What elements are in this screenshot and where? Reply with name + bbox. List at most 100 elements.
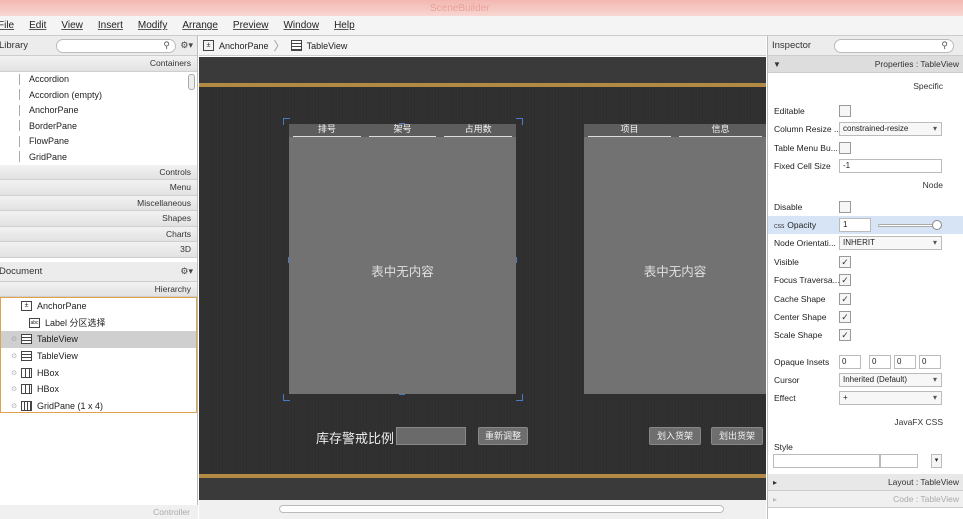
breadcrumb: ± AnchorPane 〉 TableView bbox=[199, 36, 766, 56]
opacity-slider[interactable] bbox=[878, 223, 940, 227]
library-item[interactable]: Accordion bbox=[8, 72, 197, 88]
column-resize-select[interactable]: constrained-resize bbox=[839, 122, 942, 137]
library-search-input[interactable]: ⚲ bbox=[56, 39, 176, 53]
opacity-slider-thumb[interactable] bbox=[932, 219, 942, 230]
tree-item-label[interactable]: abc Label 分区选择 bbox=[1, 315, 196, 332]
visible-checkbox[interactable]: ✓ bbox=[839, 255, 851, 268]
selection-handle[interactable] bbox=[516, 257, 520, 263]
section-miscellaneous[interactable]: Miscellaneous bbox=[0, 195, 197, 211]
column-header[interactable]: 占用数 bbox=[444, 124, 513, 137]
section-charts[interactable]: Charts bbox=[0, 226, 197, 242]
library-item[interactable]: AnchorPane bbox=[8, 103, 197, 119]
fixed-cell-size-input[interactable]: -1 bbox=[839, 159, 942, 174]
style-add-button[interactable]: ▾ bbox=[931, 454, 942, 469]
code-title: Code : TableView bbox=[893, 494, 959, 505]
editable-checkbox[interactable] bbox=[839, 105, 851, 117]
section-3d[interactable]: 3D bbox=[0, 242, 197, 258]
library-title: Library bbox=[0, 40, 29, 51]
selection-handle[interactable] bbox=[283, 118, 290, 125]
node-orientation-select[interactable]: INHERIT bbox=[839, 236, 942, 251]
cache-shape-checkbox[interactable]: ✓ bbox=[839, 292, 851, 305]
opacity-input[interactable]: 1 bbox=[839, 217, 871, 232]
menu-window[interactable]: Window bbox=[283, 20, 319, 31]
document-header: Document ⚙▾ bbox=[0, 261, 197, 282]
inset-right-input[interactable]: 0 bbox=[869, 354, 891, 369]
section-shapes[interactable]: Shapes bbox=[0, 211, 197, 227]
section-hierarchy[interactable]: Hierarchy bbox=[0, 281, 197, 297]
menu-help[interactable]: Help bbox=[334, 20, 355, 31]
library-item[interactable]: GridPane bbox=[8, 149, 197, 165]
inspector-search-input[interactable]: ⚲ bbox=[834, 39, 954, 53]
window-title: SceneBuilder bbox=[430, 3, 490, 14]
inset-left-input[interactable]: 0 bbox=[919, 354, 941, 369]
section-menu[interactable]: Menu bbox=[0, 180, 197, 196]
library-scrollbar[interactable] bbox=[188, 74, 195, 90]
column-header[interactable]: 信息 bbox=[679, 124, 762, 137]
gear-icon[interactable]: ⚙▾ bbox=[180, 40, 193, 51]
selection-handle[interactable] bbox=[516, 394, 523, 401]
column-header[interactable]: 项目 bbox=[588, 124, 671, 137]
tree-item-gridpane[interactable]: ⊙ GridPane (1 x 4) bbox=[1, 398, 196, 415]
focus-traversable-checkbox[interactable]: ✓ bbox=[839, 274, 851, 287]
effect-select[interactable]: + bbox=[839, 391, 942, 406]
gear-icon[interactable]: ⚙▾ bbox=[180, 266, 193, 277]
scrollbar-thumb[interactable] bbox=[279, 505, 724, 513]
table-menu-button-checkbox[interactable] bbox=[839, 141, 851, 154]
menu-modify[interactable]: Modify bbox=[138, 20, 167, 31]
anchor-pane-stage[interactable]: 排号 架号 占用数 表中无内容 项目 信息 表中无内容 库存警戒比例 重新调整 … bbox=[199, 83, 766, 478]
inset-top-input[interactable]: 0 bbox=[839, 354, 861, 369]
library-item[interactable]: Accordion (empty) bbox=[8, 87, 197, 103]
breadcrumb-tableview[interactable]: TableView bbox=[307, 41, 348, 51]
expand-icon[interactable]: ⊙ bbox=[9, 369, 19, 377]
disable-checkbox[interactable] bbox=[839, 200, 851, 213]
stock-warning-ratio-input[interactable] bbox=[396, 427, 466, 445]
inset-bottom-input[interactable]: 0 bbox=[894, 354, 916, 369]
column-header[interactable]: 架号 bbox=[368, 124, 437, 137]
move-in-shelf-button[interactable]: 划入货架 bbox=[649, 427, 701, 445]
selection-handle[interactable] bbox=[516, 118, 523, 125]
style-input[interactable] bbox=[773, 454, 880, 469]
expand-icon[interactable]: ⊙ bbox=[9, 402, 19, 410]
breadcrumb-anchorpane[interactable]: AnchorPane bbox=[219, 41, 269, 51]
tree-item-tableview[interactable]: ⊙ TableView bbox=[1, 348, 196, 365]
menu-preview[interactable]: Preview bbox=[233, 20, 269, 31]
layout-section-header[interactable]: ▸ Layout : TableView bbox=[768, 474, 963, 492]
menu-view[interactable]: View bbox=[61, 20, 83, 31]
tree-item-hbox[interactable]: ⊙ HBox bbox=[1, 364, 196, 381]
library-item[interactable]: FlowPane bbox=[8, 134, 197, 150]
tree-item-anchorpane[interactable]: ± AnchorPane bbox=[1, 298, 196, 315]
scale-shape-checkbox[interactable]: ✓ bbox=[839, 329, 851, 342]
center-shape-checkbox[interactable]: ✓ bbox=[839, 310, 851, 323]
menu-insert[interactable]: Insert bbox=[98, 20, 123, 31]
table-view-1[interactable]: 排号 架号 占用数 表中无内容 bbox=[289, 124, 516, 394]
group-node: Node bbox=[922, 179, 943, 190]
section-containers[interactable]: Containers bbox=[0, 56, 197, 72]
selection-handle[interactable] bbox=[283, 394, 290, 401]
cursor-select[interactable]: Inherited (Default) bbox=[839, 372, 942, 387]
section-controls[interactable]: Controls bbox=[0, 164, 197, 180]
expand-icon[interactable]: ⊙ bbox=[9, 385, 19, 393]
menu-edit[interactable]: Edit bbox=[29, 20, 46, 31]
style-value-input[interactable] bbox=[880, 454, 918, 469]
code-section-header[interactable]: ▸ Code : TableView bbox=[768, 491, 963, 509]
expand-icon[interactable]: ⊙ bbox=[9, 335, 19, 343]
selection-handle[interactable] bbox=[285, 257, 289, 263]
library-item[interactable]: BorderPane bbox=[8, 118, 197, 134]
tree-item-hbox[interactable]: ⊙ HBox bbox=[1, 381, 196, 398]
expand-icon[interactable]: ⊙ bbox=[9, 352, 19, 360]
canvas-horizontal-scrollbar[interactable] bbox=[199, 500, 766, 519]
readjust-button[interactable]: 重新调整 bbox=[478, 427, 528, 445]
tree-item-tableview[interactable]: ⊙ TableView bbox=[1, 331, 196, 348]
tree-item-label: HBox bbox=[37, 384, 60, 395]
properties-section-header[interactable]: ▼ Properties : TableView bbox=[768, 56, 963, 73]
controller-tab[interactable]: Controller bbox=[0, 505, 198, 519]
selection-handle[interactable] bbox=[399, 394, 405, 398]
menu-file[interactable]: File bbox=[0, 20, 14, 31]
move-out-shelf-button[interactable]: 划出货架 bbox=[711, 427, 763, 445]
column-header[interactable]: 排号 bbox=[293, 124, 361, 137]
selection-handle[interactable] bbox=[399, 120, 405, 124]
design-canvas[interactable]: 排号 架号 占用数 表中无内容 项目 信息 表中无内容 库存警戒比例 重新调整 … bbox=[199, 57, 766, 500]
table-view-2[interactable]: 项目 信息 表中无内容 bbox=[584, 124, 766, 394]
prop-cursor: Cursor Inherited (Default) bbox=[768, 371, 963, 389]
menu-arrange[interactable]: Arrange bbox=[182, 20, 218, 31]
